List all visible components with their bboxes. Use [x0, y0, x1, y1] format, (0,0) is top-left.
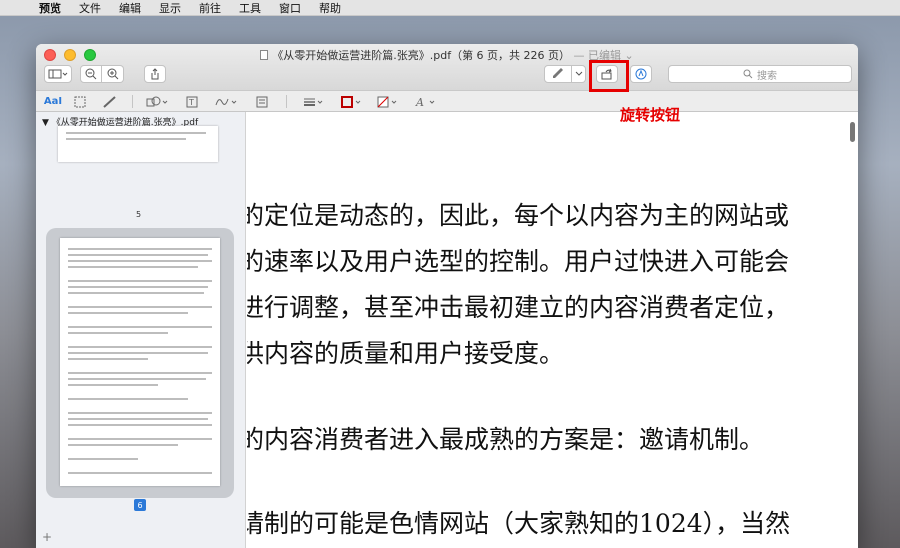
sidebar-toggle-button[interactable]: [44, 65, 72, 83]
fill-color-tool[interactable]: [376, 94, 400, 109]
text-style-icon: A: [415, 96, 435, 108]
zoom-in-icon: [107, 68, 118, 80]
text-selection-tool[interactable]: AaI: [42, 94, 64, 109]
pen-icon: [553, 68, 563, 78]
svg-text:T: T: [188, 98, 194, 107]
text-line: 进行调整，甚至冲击最初建立的内容消费者定位，: [247, 293, 790, 322]
menu-bar: 预览 文件 编辑 显示 前往 工具 窗口 帮助: [0, 0, 900, 16]
markup-pen-button[interactable]: [544, 65, 572, 83]
shapes-tool[interactable]: [144, 94, 172, 109]
menu-view[interactable]: 显示: [150, 0, 190, 16]
note-tool[interactable]: [254, 94, 270, 109]
note-icon: [256, 96, 268, 107]
thumbnail-sidebar: ▼ 《从零开始做运营进阶篇.张亮》.pdf 5 6 +: [36, 112, 246, 548]
menu-window[interactable]: 窗口: [270, 0, 310, 16]
rotate-button-highlight: [589, 60, 629, 92]
search-icon: [743, 69, 753, 79]
menu-edit[interactable]: 编辑: [110, 0, 150, 16]
rect-selection-tool[interactable]: [72, 94, 88, 109]
title-bar: 《从零开始做运营进阶篇.张亮》.pdf（第 6 页，共 226 页） — 已编辑…: [36, 44, 858, 90]
selection-icon: [74, 96, 86, 107]
scrollbar-thumb[interactable]: [850, 122, 855, 142]
annotate-button[interactable]: [630, 65, 652, 83]
menu-help[interactable]: 帮助: [310, 0, 350, 16]
fill-color-icon: [377, 96, 397, 107]
sidebar-icon: [48, 69, 68, 79]
markup-dropdown[interactable]: [572, 65, 586, 83]
markup-toolbar: AaI T A: [36, 90, 858, 112]
menu-preview[interactable]: 预览: [30, 0, 70, 16]
zoom-out-button[interactable]: [80, 65, 102, 83]
signature-tool[interactable]: [214, 94, 240, 109]
border-color-tool[interactable]: [340, 94, 364, 109]
document-icon: [260, 50, 269, 60]
sketch-icon: [103, 95, 116, 108]
text-line: 供内容的质量和用户接受度。: [247, 339, 565, 368]
share-icon: [151, 68, 159, 80]
border-color-icon: [341, 95, 361, 108]
line-style-tool[interactable]: [302, 94, 326, 109]
text-line: 请制的可能是色情网站（大家熟知的1024），当然: [247, 509, 791, 538]
annotate-icon: [635, 68, 647, 80]
menu-go[interactable]: 前往: [190, 0, 230, 16]
text-box-icon: T: [186, 96, 198, 107]
text-line: 的内容消费者进入最成熟的方案是：邀请机制。: [247, 425, 765, 454]
page-number-5: 5: [136, 210, 142, 219]
zoom-out-icon: [85, 68, 97, 80]
line-style-icon: [304, 98, 323, 106]
add-button[interactable]: +: [42, 530, 52, 544]
shapes-icon: [146, 96, 168, 106]
text-box-tool[interactable]: T: [184, 94, 200, 109]
zoom-in-button[interactable]: [102, 65, 124, 83]
svg-text:A: A: [415, 96, 424, 108]
preview-window: 《从零开始做运营进阶篇.张亮》.pdf（第 6 页，共 226 页） — 已编辑…: [36, 44, 858, 548]
search-field[interactable]: 搜索: [668, 65, 852, 83]
search-placeholder: 搜索: [757, 70, 777, 82]
text-style-tool[interactable]: A: [414, 94, 438, 109]
signature-icon: [215, 98, 237, 105]
page-thumbnail-6[interactable]: [60, 238, 220, 486]
menu-file[interactable]: 文件: [70, 0, 110, 16]
text-line: 的定位是动态的，因此，每个以内容为主的网站或: [247, 201, 790, 230]
page-thumbnail-5[interactable]: [58, 126, 218, 162]
page-number-6: 6: [134, 499, 146, 511]
chevron-down-icon: [575, 71, 582, 76]
sketch-tool[interactable]: [100, 94, 120, 109]
text-line: 的速率以及用户选型的控制。用户过快进入可能会: [247, 247, 790, 276]
document-view[interactable]: 的定位是动态的，因此，每个以内容为主的网站或 的速率以及用户选型的控制。用户过快…: [247, 112, 858, 548]
window-title-text: 《从零开始做运营进阶篇.张亮》.pdf（第 6 页，共 226 页）: [272, 49, 571, 62]
annotation-label: 旋转按钮: [620, 106, 681, 124]
share-button[interactable]: [144, 65, 166, 83]
window-title: 《从零开始做运营进阶篇.张亮》.pdf（第 6 页，共 226 页） — 已编辑…: [36, 47, 858, 63]
menu-tools[interactable]: 工具: [230, 0, 270, 16]
